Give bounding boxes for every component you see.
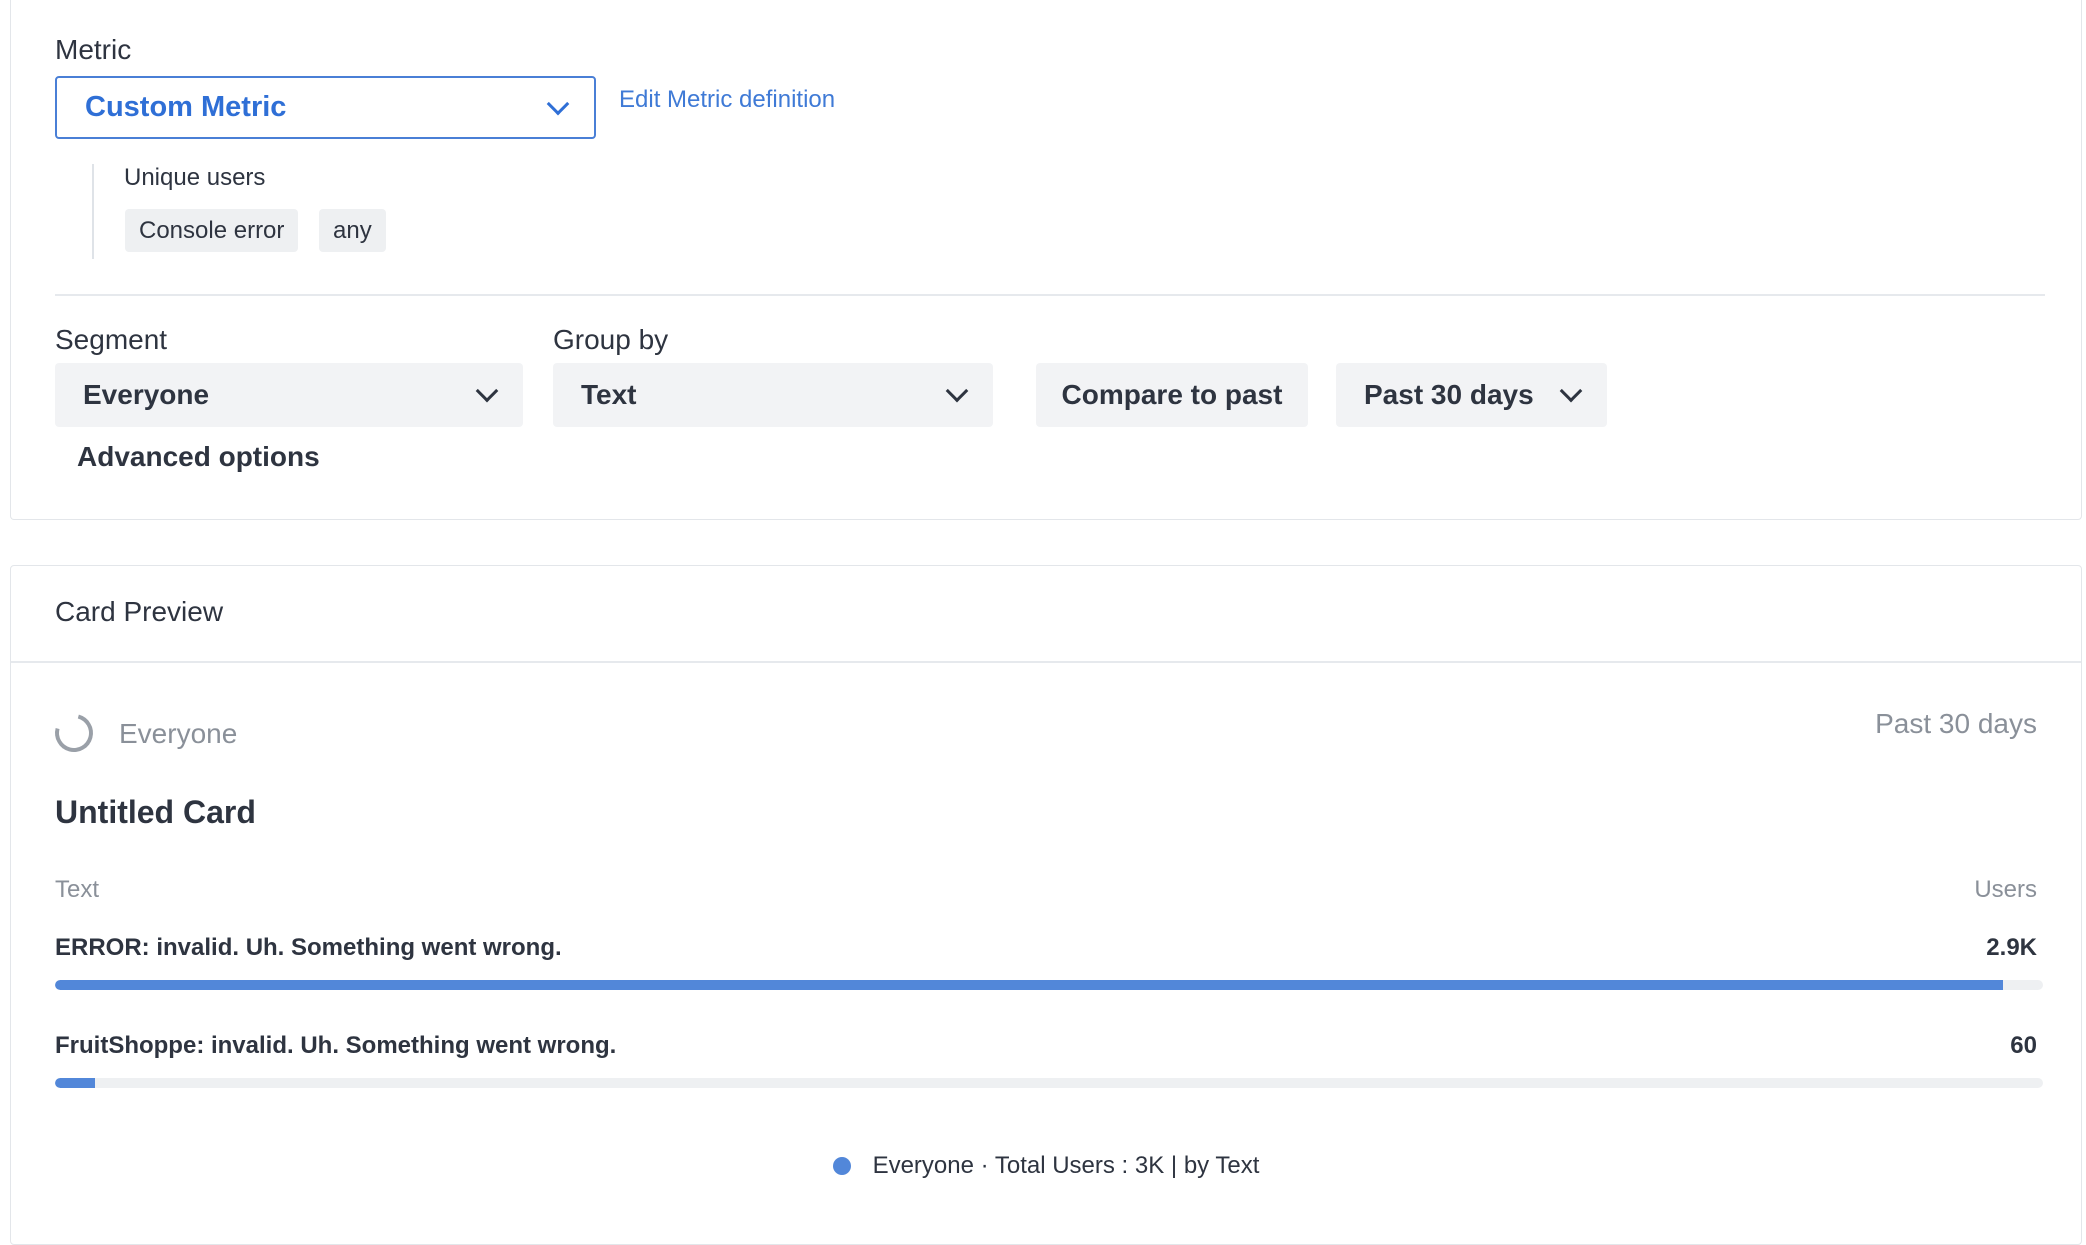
metric-select-value: Custom Metric bbox=[85, 91, 287, 123]
group-by-select[interactable]: Text bbox=[553, 363, 993, 427]
bar-track bbox=[55, 1078, 2043, 1088]
card-preview-heading: Card Preview bbox=[55, 596, 224, 627]
preview-segment-name: Everyone bbox=[119, 718, 238, 749]
event-chip[interactable]: Console error bbox=[125, 209, 299, 252]
row-label: FruitShoppe: invalid. Uh. Something went… bbox=[55, 1032, 617, 1059]
date-range-select[interactable]: Past 30 days bbox=[1336, 363, 1607, 427]
bar-fill bbox=[55, 980, 2004, 990]
group-by-label: Group by bbox=[553, 324, 669, 355]
column-header-users: Users bbox=[1974, 876, 2037, 903]
preview-date-range: Past 30 days bbox=[1875, 708, 2037, 739]
chevron-down-icon bbox=[546, 92, 570, 115]
group-by-select-value: Text bbox=[581, 379, 637, 410]
definition-rule bbox=[92, 164, 94, 259]
edit-metric-definition-link[interactable]: Edit Metric definition bbox=[619, 86, 835, 114]
metric-label: Metric bbox=[55, 34, 132, 65]
bar-track bbox=[55, 980, 2043, 990]
bar-fill bbox=[55, 1078, 95, 1088]
property-chip[interactable]: any bbox=[319, 209, 386, 252]
segment-label: Segment bbox=[55, 324, 168, 355]
advanced-options-toggle[interactable]: Advanced options bbox=[77, 441, 320, 473]
card-title[interactable]: Untitled Card bbox=[55, 794, 256, 831]
row-value: 2.9K bbox=[1986, 934, 2037, 961]
chevron-down-icon bbox=[1559, 379, 1583, 403]
legend: Everyone · Total Users : 3K | by Text bbox=[11, 1152, 2081, 1180]
metric-select[interactable]: Custom Metric bbox=[55, 76, 596, 139]
chevron-down-icon bbox=[475, 379, 499, 403]
date-range-value: Past 30 days bbox=[1364, 379, 1534, 410]
metric-config-panel: Metric Custom Metric Edit Metric definit… bbox=[10, 0, 2082, 520]
divider bbox=[55, 294, 2045, 296]
segment-select[interactable]: Everyone bbox=[55, 363, 523, 427]
column-header-text: Text bbox=[55, 876, 100, 903]
legend-text: Everyone · Total Users : 3K | by Text bbox=[872, 1152, 1260, 1179]
row-value: 60 bbox=[2010, 1032, 2037, 1059]
segment-select-value: Everyone bbox=[83, 379, 210, 410]
card-preview-panel: Card Preview Everyone Past 30 days Untit… bbox=[10, 565, 2082, 1245]
chevron-down-icon bbox=[945, 379, 969, 403]
row-label: ERROR: invalid. Uh. Something went wrong… bbox=[55, 934, 562, 961]
definition-title: Unique users bbox=[124, 164, 266, 191]
compare-to-past-button[interactable]: Compare to past bbox=[1036, 363, 1308, 427]
loading-spinner-icon bbox=[48, 707, 100, 759]
divider bbox=[11, 661, 2081, 663]
legend-dot-icon bbox=[832, 1157, 851, 1175]
